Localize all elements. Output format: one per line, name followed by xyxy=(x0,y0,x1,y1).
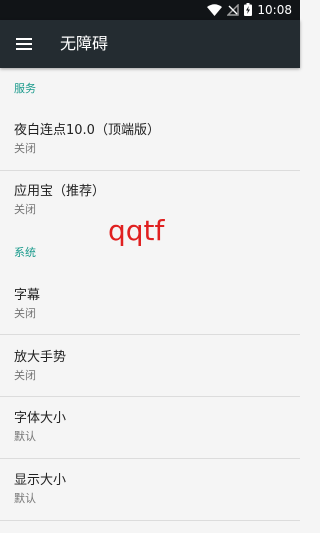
divider xyxy=(0,334,300,335)
settings-list: 服务 夜白连点10.0（顶端版） 关闭 应用宝（推荐） 关闭 系统 字幕 关闭 … xyxy=(0,68,300,533)
divider xyxy=(0,396,300,397)
list-item-summary: 默认 xyxy=(14,430,36,443)
wifi-icon xyxy=(207,1,223,20)
divider xyxy=(0,458,300,459)
list-item-title: 显示大小 xyxy=(14,473,67,488)
list-item-summary: 关闭 xyxy=(14,307,36,320)
list-item-captions[interactable]: 字幕 关闭 xyxy=(0,280,300,334)
menu-button[interactable] xyxy=(6,26,42,62)
status-icons: 10:08 xyxy=(207,2,292,18)
list-item-title: 字体大小 xyxy=(14,411,67,426)
section-header-system: 系统 xyxy=(14,246,36,259)
page-title: 无障碍 xyxy=(60,34,109,53)
list-item-font-size[interactable]: 字体大小 默认 xyxy=(0,404,300,458)
status-bar: 10:08 xyxy=(0,0,300,20)
list-item-summary: 关闭 xyxy=(14,369,36,382)
list-item-title: 放大手势 xyxy=(14,350,67,365)
battery-charging-icon xyxy=(244,1,253,20)
list-item-title: 字幕 xyxy=(14,288,41,303)
no-signal-icon xyxy=(226,1,240,20)
app-bar: 无障碍 xyxy=(0,20,300,68)
overlay-text: qqtf xyxy=(108,214,165,247)
status-time: 10:08 xyxy=(257,3,292,17)
list-item-display-size[interactable]: 显示大小 默认 xyxy=(0,466,300,520)
list-item-summary: 默认 xyxy=(14,492,36,505)
list-item-summary: 关闭 xyxy=(14,203,36,216)
section-header-services: 服务 xyxy=(14,82,36,95)
menu-icon xyxy=(16,35,32,54)
list-item-nightwhite-clicker[interactable]: 夜白连点10.0（顶端版） 关闭 xyxy=(0,116,300,170)
divider xyxy=(0,170,300,171)
list-item-title: 应用宝（推荐） xyxy=(14,184,106,199)
divider xyxy=(0,520,300,521)
list-item-magnification-gestures[interactable]: 放大手势 关闭 xyxy=(0,342,300,396)
list-item-title: 夜白连点10.0（顶端版） xyxy=(14,123,160,138)
list-item-summary: 关闭 xyxy=(14,142,36,155)
